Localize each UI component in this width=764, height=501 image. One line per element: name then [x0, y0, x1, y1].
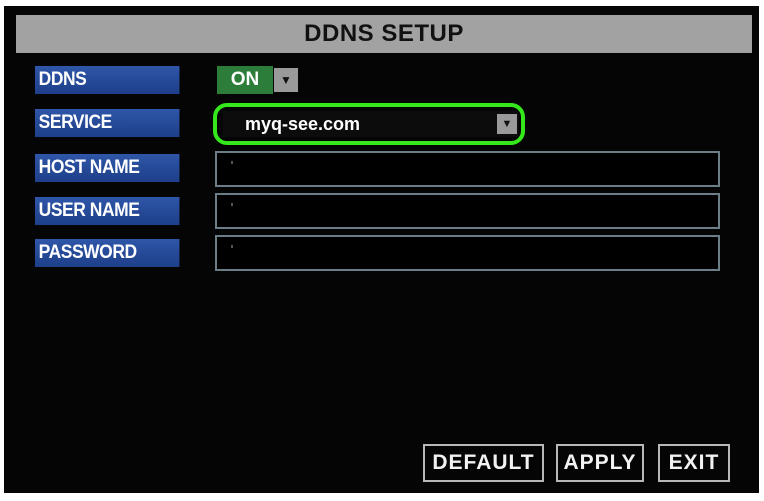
ddns-setup-screen: DDNS SETUP DDNS ON ▼ SERVICE myq-see.com…	[4, 6, 759, 493]
ddns-label: DDNS	[35, 66, 180, 94]
apply-button[interactable]: APPLY	[556, 444, 644, 482]
password-label: PASSWORD	[35, 239, 180, 267]
ddns-toggle[interactable]: ON ▼	[217, 66, 298, 94]
host-name-input[interactable]	[215, 151, 720, 187]
default-button[interactable]: DEFAULT	[423, 444, 544, 482]
page-title: DDNS SETUP	[16, 15, 752, 53]
chevron-down-icon[interactable]: ▼	[274, 68, 298, 92]
password-input[interactable]	[215, 235, 720, 271]
service-value: myq-see.com	[245, 113, 361, 134]
chevron-down-icon[interactable]: ▼	[497, 114, 517, 134]
service-label: SERVICE	[35, 109, 180, 137]
host-name-label: HOST NAME	[35, 154, 180, 182]
ddns-value: ON	[217, 66, 273, 94]
user-name-input[interactable]	[215, 193, 720, 229]
exit-button[interactable]: EXIT	[658, 444, 730, 482]
user-name-label: USER NAME	[35, 197, 180, 225]
service-select[interactable]: myq-see.com ▼	[223, 111, 519, 137]
